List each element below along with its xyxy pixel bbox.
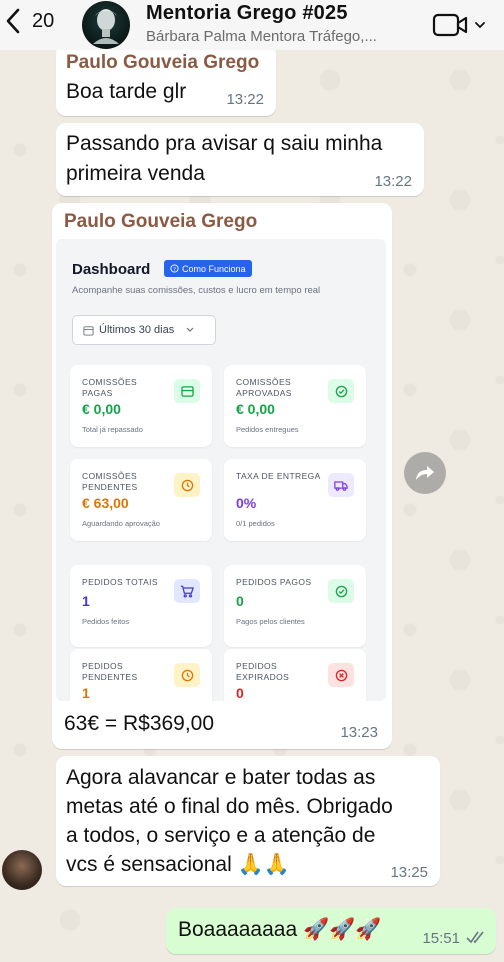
outgoing-message-bubble[interactable]: Boaaaaaaaa 🚀🚀🚀 15:51	[166, 908, 496, 954]
stat-value: € 0,00	[82, 401, 121, 417]
stat-label: Pedidos expirados	[236, 661, 290, 682]
stat-card: Pedidos totais 1 Pedidos feitos	[70, 565, 212, 647]
chevron-left-icon	[6, 8, 20, 34]
sender-name: Paulo Gouveia Grego	[64, 211, 258, 232]
chat-title-area[interactable]: Mentoria Grego #025 Bárbara Palma Mentor…	[146, 2, 416, 45]
stat-card: Pedidos pagos 0 Pagos pelos clientes	[224, 565, 366, 647]
message-time: 13:22	[374, 173, 412, 190]
forward-arrow-icon	[416, 466, 434, 480]
message-time: 13:25	[390, 864, 428, 881]
card-icon	[174, 379, 200, 403]
message-time: 15:51	[422, 930, 460, 947]
message-text-line: primeira venda	[66, 162, 205, 185]
stat-value: 1	[82, 593, 90, 609]
stat-label: Comissões pendentes	[82, 471, 138, 492]
stat-note: Aguardando aprovação	[82, 519, 160, 528]
stat-card: Comissões aprovadas € 0,00 Pedidos entregu…	[224, 365, 366, 447]
group-avatar[interactable]	[82, 1, 130, 49]
stat-note: Pedidos entregues	[236, 425, 299, 434]
stat-card: Comissões pagas € 0,00 Total já repassado	[70, 365, 212, 447]
sender-avatar[interactable]	[2, 850, 42, 890]
stat-value: € 63,00	[82, 495, 129, 511]
stat-value: 0	[236, 685, 244, 701]
stat-label: Pedidos pendentes	[82, 661, 138, 682]
chat-header: 20 Mentoria Grego #025 Bárbara Palma Men…	[0, 0, 504, 50]
stat-value: 0%	[236, 495, 257, 511]
chevron-down-icon	[475, 22, 485, 29]
video-camera-icon	[432, 13, 468, 37]
svg-text:?: ?	[173, 267, 176, 273]
video-call-button[interactable]	[432, 12, 486, 38]
clock-icon	[174, 473, 200, 497]
calendar-icon	[83, 325, 94, 336]
image-caption: 63€ = R$369,00	[64, 712, 215, 735]
stat-value: 1	[82, 685, 90, 701]
clock-icon	[174, 663, 200, 687]
truck-icon	[328, 473, 354, 497]
message-text-line: vcs é sensacional 🙏🙏	[66, 853, 290, 876]
stat-card: Pedidos expirados 0	[224, 649, 366, 701]
x-circle-icon	[328, 663, 354, 687]
period-label: Últimos 30 dias	[99, 324, 175, 336]
message-bubble[interactable]: Paulo Gouveia Grego Boa tarde glr 13:22	[56, 44, 276, 116]
dashboard-title: Dashboard	[72, 261, 151, 278]
message-text: Boa tarde glr	[66, 80, 187, 103]
message-bubble[interactable]: Passando pra avisar q saiu minha primeir…	[56, 123, 424, 196]
message-text-line: a todos, o serviço e a atenção de	[66, 824, 376, 847]
stat-label: Comissões pagas	[82, 377, 138, 398]
stat-note: 0/1 pedidos	[236, 519, 275, 528]
read-receipt-icon	[466, 931, 484, 944]
message-time: 13:22	[226, 91, 264, 108]
check-circle-icon	[328, 379, 354, 403]
message-text-line: Agora alavancar e bater todas as	[66, 766, 376, 789]
stat-label: Pedidos totais	[82, 577, 158, 587]
image-message-bubble[interactable]: Paulo Gouveia Grego Dashboard ? Como Fun…	[52, 203, 392, 749]
group-members: Bárbara Palma Mentora Tráfego,...	[146, 28, 377, 45]
chevron-down-icon	[186, 327, 194, 332]
check-circle-icon	[328, 579, 354, 603]
back-button[interactable]: 20	[4, 8, 54, 34]
how-it-works-badge: ? Como Funciona	[164, 260, 252, 277]
sender-name: Paulo Gouveia Grego	[66, 52, 260, 73]
unread-count: 20	[32, 9, 55, 32]
forward-button[interactable]	[404, 452, 446, 494]
badge-label: Como Funciona	[182, 263, 246, 274]
message-text-line: metas até o final do mês. Obrigado	[66, 795, 393, 818]
stat-card: Comissões pendentes € 63,00 Aguardando apr…	[70, 459, 212, 541]
dashboard-screenshot[interactable]: Dashboard ? Como Funciona Acompanhe suas…	[56, 239, 386, 701]
cart-icon	[174, 579, 200, 603]
message-text-line: Passando pra avisar q saiu minha	[66, 132, 383, 155]
statue-head-icon	[93, 9, 119, 44]
message-text: Boaaaaaaaa 🚀🚀🚀	[178, 918, 382, 941]
stat-label: Taxa de entrega	[236, 471, 321, 481]
stat-value: 0	[236, 593, 244, 609]
stat-note: Total já repassado	[82, 425, 143, 434]
stat-note: Pedidos feitos	[82, 617, 130, 626]
stat-note: Pagos pelos clientes	[236, 617, 305, 626]
message-time: 13:23	[340, 724, 378, 741]
stat-card: Pedidos pendentes 1	[70, 649, 212, 701]
stat-card: Taxa de entrega 0% 0/1 pedidos	[224, 459, 366, 541]
group-title: Mentoria Grego #025	[146, 2, 348, 24]
stat-value: € 0,00	[236, 401, 275, 417]
message-bubble[interactable]: Agora alavancar e bater todas as metas a…	[56, 756, 440, 886]
stat-label: Comissões aprovadas	[236, 377, 292, 398]
stat-label: Pedidos pagos	[236, 577, 312, 587]
dashboard-subtitle: Acompanhe suas comissões, custos e lucro…	[72, 285, 321, 296]
help-circle-icon: ?	[170, 264, 179, 273]
period-select: Últimos 30 dias	[72, 315, 216, 345]
